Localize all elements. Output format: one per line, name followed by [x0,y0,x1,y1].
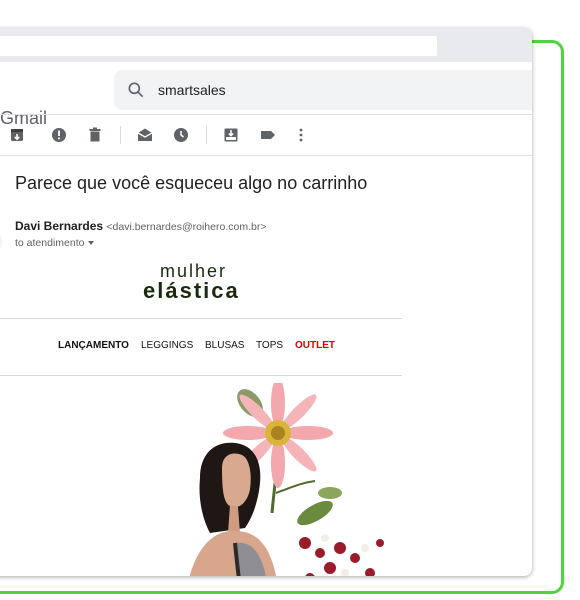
toolbar-divider [0,155,532,156]
email-toolbar [0,124,532,148]
address-bar[interactable] [0,36,437,56]
mark-unread-icon[interactable] [136,126,154,144]
newsletter-divider-bottom [0,375,402,376]
recipient-line[interactable]: to atendimento [15,237,95,249]
toolbar-separator [206,126,207,144]
search-input[interactable]: smartsales [158,82,226,98]
chevron-down-icon[interactable] [88,241,95,246]
nav-link-tops[interactable]: TOPS [256,340,283,351]
hero-image [189,383,384,576]
recipient-text: to atendimento [15,237,85,249]
email-subject: Parece que você esqueceu algo no carrinh… [15,173,368,193]
move-to-icon[interactable] [222,126,240,144]
toolbar-separator [120,126,121,144]
archive-icon[interactable] [8,126,26,144]
header-divider [0,114,532,115]
newsletter-divider-top [0,318,402,319]
nav-link-leggings[interactable]: LEGGINGS [141,340,193,351]
label-icon[interactable] [259,126,277,144]
snooze-icon[interactable] [172,126,190,144]
nav-link-blusas[interactable]: BLUSAS [205,340,244,351]
sender-email: <davi.bernardes@roihero.com.br> [106,221,267,233]
more-icon[interactable] [292,126,310,144]
delete-icon[interactable] [86,126,104,144]
nav-link-lancamento[interactable]: LANÇAMENTO [58,340,129,351]
sender-name[interactable]: Davi Bernardes [15,219,103,233]
sender-line: Davi Bernardes <davi.bernardes@roihero.c… [15,219,266,233]
browser-top-bar [0,28,532,62]
browser-window: Gmail smartsales Parece que você esquece… [0,28,532,576]
report-spam-icon[interactable] [50,126,68,144]
nav-link-outlet[interactable]: OUTLET [295,340,335,351]
search-bar[interactable]: smartsales [114,70,532,110]
sender-avatar[interactable] [0,228,2,256]
search-icon[interactable] [126,80,146,100]
brand-logo-line2: elástica [143,278,240,303]
